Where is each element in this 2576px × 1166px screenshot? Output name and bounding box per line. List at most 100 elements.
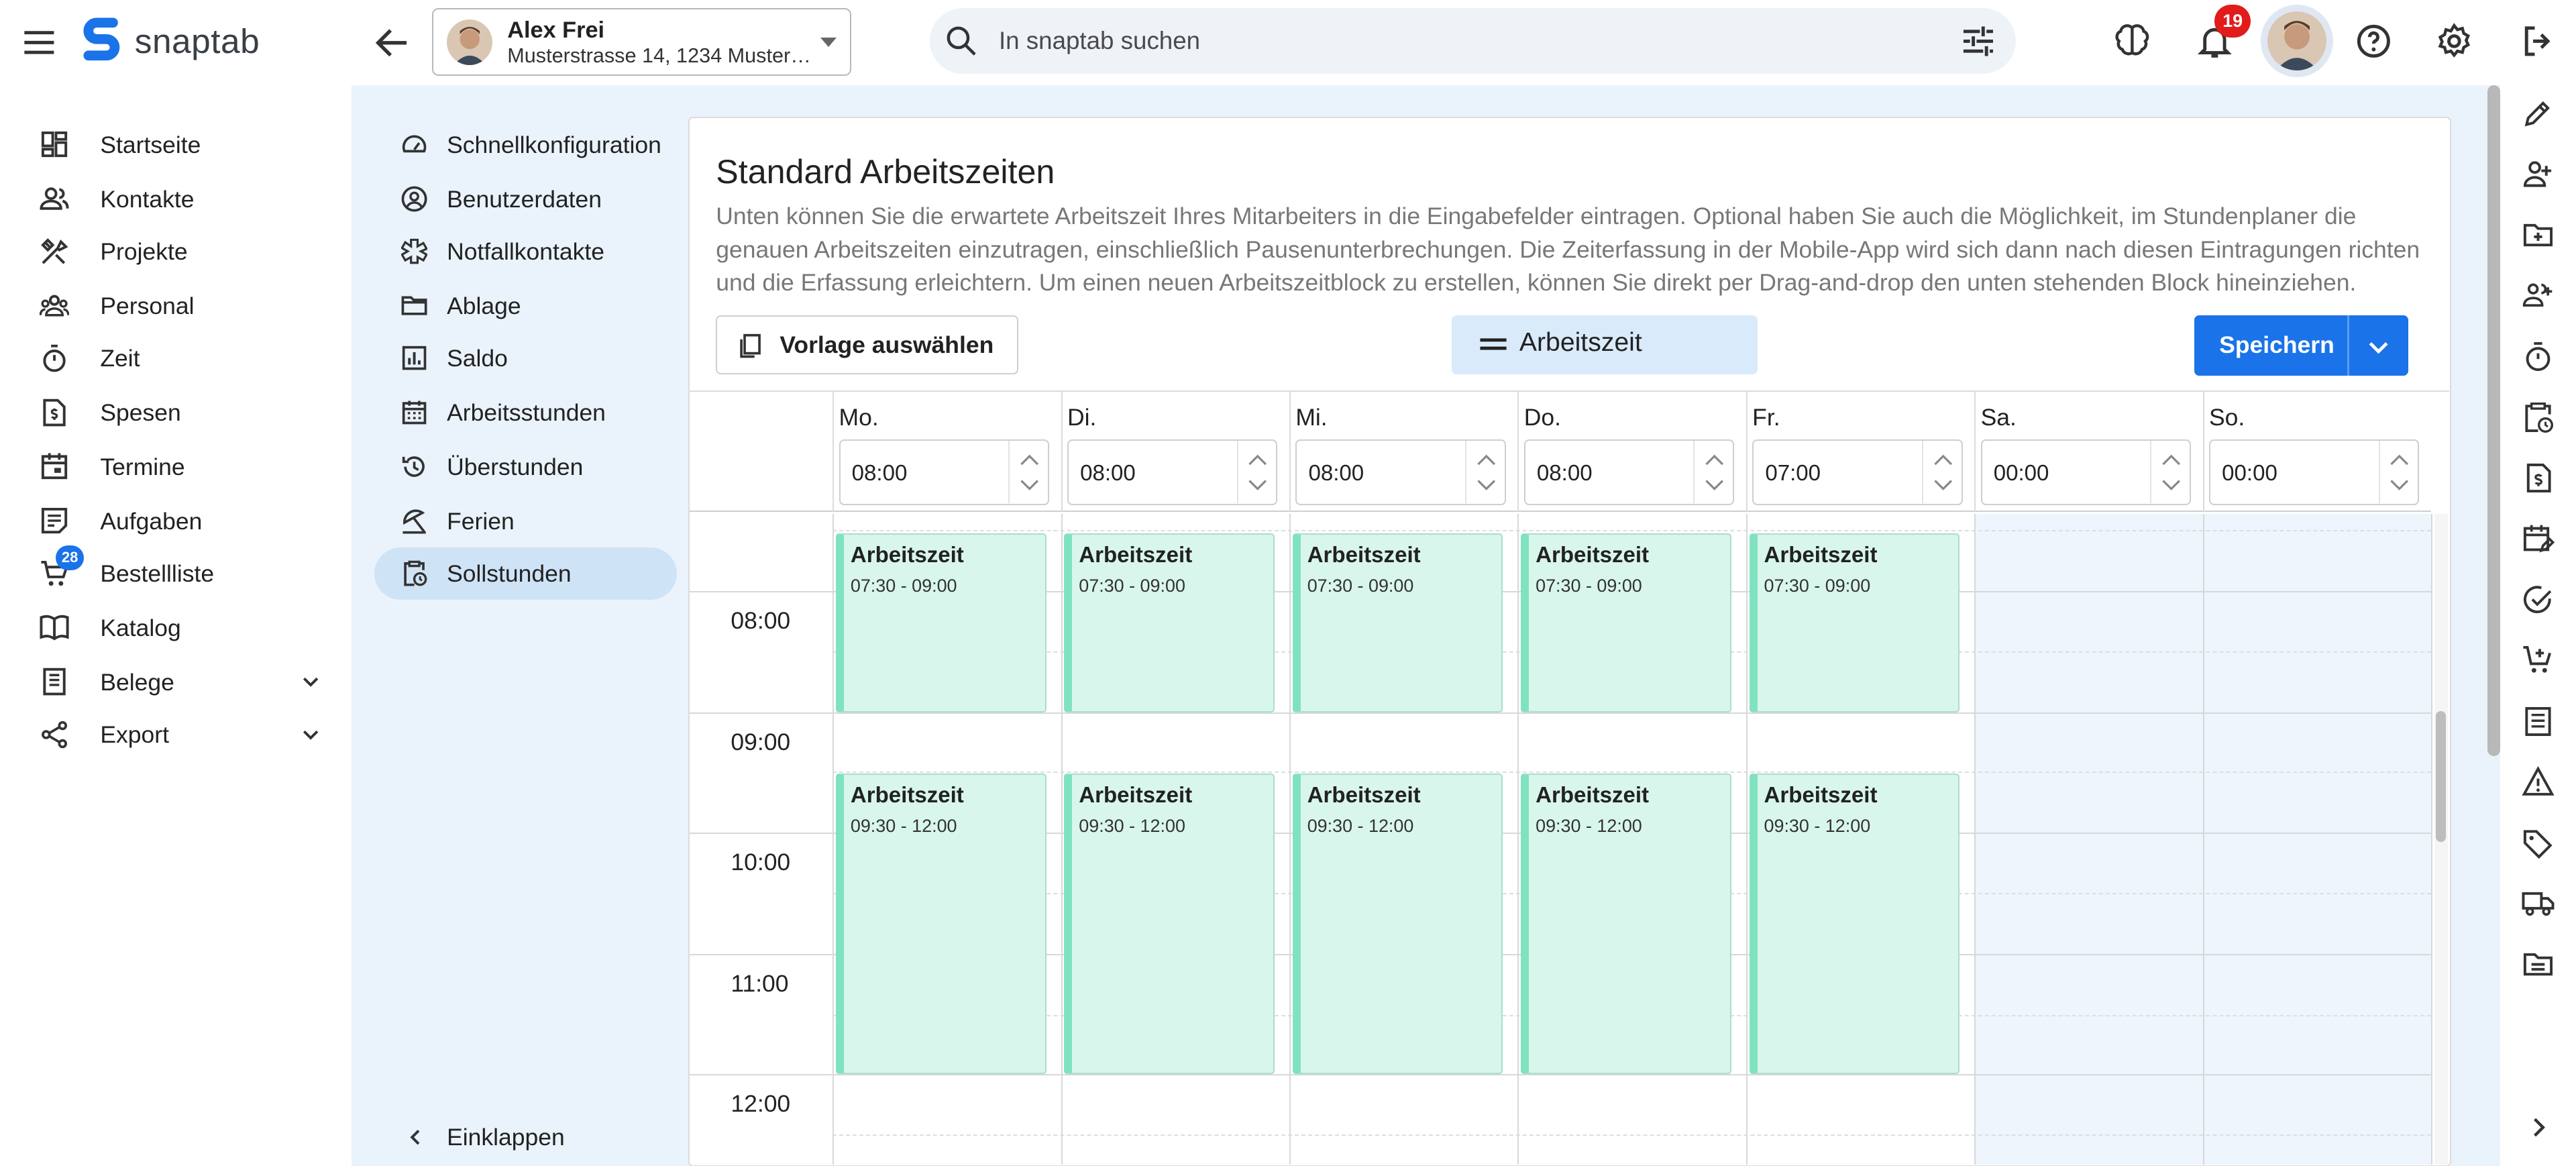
- history-icon: [401, 454, 427, 480]
- employee-address: Musterstrasse 14, 1234 Musterstadt: [507, 44, 812, 67]
- warning-icon[interactable]: [2522, 765, 2555, 798]
- subnav-item-sollstunden[interactable]: Sollstunden: [374, 547, 677, 600]
- back-arrow-icon[interactable]: [371, 21, 414, 64]
- worktime-event-mo-2[interactable]: Arbeitszeit 09:30 - 12:00: [836, 773, 1046, 1074]
- tag-icon[interactable]: [2522, 827, 2555, 859]
- copy-template-icon: [737, 333, 763, 359]
- day-header-fr: Fr. 07:00: [1746, 392, 1974, 513]
- decrement-icon[interactable]: [1933, 479, 1953, 492]
- subnav-item-ferien[interactable]: Ferien: [374, 494, 677, 547]
- nav-item-projekte[interactable]: Projekte: [0, 225, 352, 278]
- page-title: Standard Arbeitszeiten: [716, 153, 1055, 191]
- subnav-item-notfallkontakte[interactable]: Notfallkontakte: [374, 225, 677, 278]
- nav-item-spesen[interactable]: Spesen: [0, 386, 352, 439]
- collapse-subnav-button[interactable]: Einklappen: [374, 1114, 677, 1160]
- decrement-icon[interactable]: [2161, 479, 2181, 492]
- increment-icon[interactable]: [2390, 453, 2409, 466]
- increment-icon[interactable]: [1020, 453, 1039, 466]
- nav-item-termine[interactable]: Termine: [0, 440, 352, 492]
- add-group-icon[interactable]: [2522, 279, 2555, 312]
- worktime-event-fr-2[interactable]: Arbeitszeit 09:30 - 12:00: [1749, 773, 1960, 1074]
- weekly-schedule: Mo. 08:00 Di. 08:00 Mi. 08:00 Do. 08:00 …: [690, 390, 2449, 1165]
- add-folder-icon[interactable]: [2522, 219, 2555, 252]
- worktime-event-mo-1[interactable]: Arbeitszeit 07:30 - 09:00: [836, 533, 1046, 712]
- worktime-event-mi-2[interactable]: Arbeitszeit 09:30 - 12:00: [1292, 773, 1503, 1074]
- decrement-icon[interactable]: [2390, 479, 2409, 492]
- filter-tune-icon[interactable]: [1960, 25, 1996, 58]
- worktime-event-di-1[interactable]: Arbeitszeit 07:30 - 09:00: [1064, 533, 1275, 712]
- add-person-icon[interactable]: [2522, 158, 2555, 191]
- expense-receipt-icon[interactable]: [2522, 462, 2555, 494]
- worktime-event-mi-1[interactable]: Arbeitszeit 07:30 - 09:00: [1292, 533, 1503, 712]
- increment-icon[interactable]: [1477, 453, 1496, 466]
- chevron-down-icon[interactable]: [2365, 333, 2392, 360]
- increment-icon[interactable]: [1933, 453, 1953, 466]
- subnav-item-arbeitsstunden[interactable]: Arbeitsstunden: [374, 386, 677, 439]
- worktime-event-do-1[interactable]: Arbeitszeit 07:30 - 09:00: [1521, 533, 1731, 712]
- subnav-item-ueberstunden[interactable]: Überstunden: [374, 440, 677, 492]
- settings-gear-icon[interactable]: [2434, 21, 2474, 61]
- document-icon: [40, 667, 69, 696]
- chevron-right-icon[interactable]: [2522, 1111, 2555, 1144]
- menu-icon[interactable]: [19, 23, 59, 62]
- nav-item-zeit[interactable]: Zeit: [0, 332, 352, 384]
- hour-label: 08:00: [731, 607, 791, 635]
- nav-item-startseite[interactable]: Startseite: [0, 118, 352, 170]
- increment-icon[interactable]: [1248, 453, 1267, 466]
- hours-input-mo[interactable]: 08:00: [839, 439, 1049, 506]
- subnav-item-ablage[interactable]: Ablage: [374, 279, 677, 331]
- nav-item-aufgaben[interactable]: Aufgaben: [0, 494, 352, 547]
- hours-input-mi[interactable]: 08:00: [1295, 439, 1506, 506]
- list-document-icon[interactable]: [2522, 705, 2555, 738]
- clipboard-clock-icon[interactable]: [2522, 401, 2555, 434]
- worktime-event-fr-1[interactable]: Arbeitszeit 07:30 - 09:00: [1749, 533, 1960, 712]
- profile-avatar[interactable]: [2260, 5, 2333, 78]
- search-input[interactable]: [998, 17, 1919, 64]
- task-check-icon[interactable]: [2522, 583, 2555, 616]
- calendar-edit-icon[interactable]: [2522, 523, 2555, 555]
- folder-list-icon[interactable]: [2522, 948, 2555, 981]
- drag-handle-icon: [1479, 333, 1508, 356]
- timer-icon[interactable]: [2522, 340, 2555, 373]
- decrement-icon[interactable]: [1020, 479, 1039, 492]
- draggable-worktime-block[interactable]: Arbeitszeit: [1452, 315, 1758, 374]
- decrement-icon[interactable]: [1477, 479, 1496, 492]
- subnav-item-saldo[interactable]: Saldo: [374, 332, 677, 384]
- help-icon[interactable]: [2354, 21, 2394, 61]
- nav-item-kontakte[interactable]: Kontakte: [0, 172, 352, 225]
- ai-brain-icon[interactable]: [2112, 21, 2152, 61]
- hours-input-sa[interactable]: 00:00: [1980, 439, 2192, 506]
- subnav-item-benutzerdaten[interactable]: Benutzerdaten: [374, 172, 677, 225]
- schedule-scrollbar[interactable]: [2434, 513, 2448, 1165]
- increment-icon[interactable]: [1705, 453, 1724, 466]
- schedule-grid[interactable]: 08:00 09:00 10:00 11:00 12:00 Arbeitszei…: [690, 513, 2432, 1165]
- select-template-button[interactable]: Vorlage auswählen: [716, 315, 1018, 374]
- decrement-icon[interactable]: [1248, 479, 1267, 492]
- nav-item-export[interactable]: Export: [0, 708, 352, 761]
- save-button[interactable]: Speichern: [2194, 315, 2408, 376]
- hours-input-fr[interactable]: 07:00: [1752, 439, 1963, 506]
- employee-select[interactable]: Alex Frei Musterstrasse 14, 1234 Musters…: [432, 8, 851, 76]
- decrement-icon[interactable]: [1705, 479, 1724, 492]
- edit-pencil-icon[interactable]: [2522, 97, 2555, 129]
- hours-input-do[interactable]: 08:00: [1523, 439, 1735, 506]
- logout-icon[interactable]: [2518, 21, 2558, 61]
- nav-item-katalog[interactable]: Katalog: [0, 601, 352, 653]
- folder-icon: [401, 293, 427, 319]
- worktime-event-do-2[interactable]: Arbeitszeit 09:30 - 12:00: [1521, 773, 1731, 1074]
- subnav-item-schnellkonfiguration[interactable]: Schnellkonfiguration: [374, 118, 677, 170]
- nav-item-belege[interactable]: Belege: [0, 655, 352, 708]
- hours-input-di[interactable]: 08:00: [1067, 439, 1278, 506]
- delivery-truck-icon[interactable]: [2522, 887, 2555, 920]
- contacts-icon: [40, 184, 69, 213]
- page-scrollbar[interactable]: [2487, 85, 2501, 756]
- employee-avatar: [446, 19, 493, 66]
- add-to-cart-icon[interactable]: [2522, 644, 2555, 677]
- increment-icon[interactable]: [2161, 453, 2181, 466]
- nav-item-personal[interactable]: Personal: [0, 279, 352, 331]
- hours-input-so[interactable]: 00:00: [2208, 439, 2420, 506]
- app-logo[interactable]: snaptab: [82, 16, 260, 65]
- worktime-event-di-2[interactable]: Arbeitszeit 09:30 - 12:00: [1064, 773, 1275, 1074]
- day-header-mo: Mo. 08:00: [833, 392, 1061, 513]
- nav-item-bestellliste[interactable]: 28 Bestellliste: [0, 545, 352, 600]
